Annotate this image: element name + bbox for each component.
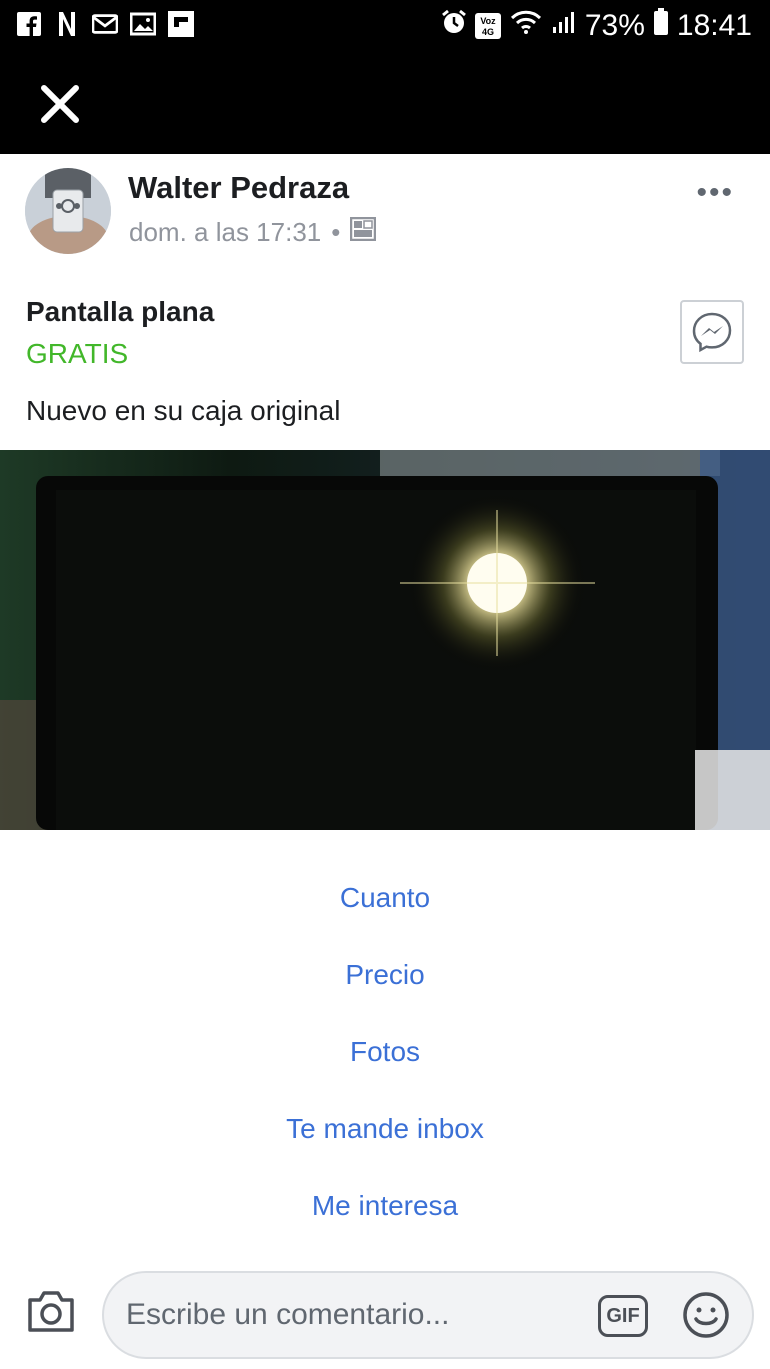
suggestion-cuanto[interactable]: Cuanto [0, 882, 770, 914]
avatar[interactable] [25, 168, 111, 254]
suggestion-te-mande-inbox[interactable]: Te mande inbox [0, 1113, 770, 1145]
flipboard-icon [168, 10, 194, 38]
author-name[interactable]: Walter Pedraza [128, 170, 349, 206]
post-timestamp[interactable]: dom. a las 17:31 [129, 217, 321, 248]
top-bar [0, 52, 770, 154]
battery-icon [653, 8, 669, 44]
messenger-button[interactable] [680, 300, 744, 364]
suggestion-me-interesa[interactable]: Me interesa [0, 1190, 770, 1222]
gallery-icon [130, 10, 156, 38]
gif-button[interactable]: GIF [598, 1295, 648, 1337]
post-meta: dom. a las 17:31 • [129, 216, 377, 248]
netflix-icon [54, 10, 80, 38]
facebook-icon [16, 10, 42, 38]
suggestion-fotos[interactable]: Fotos [0, 1036, 770, 1068]
system-icons: Voz 4G 73% 18:41 [441, 8, 752, 44]
messenger-icon [692, 312, 732, 353]
comment-input[interactable] [126, 1293, 586, 1337]
clock: 18:41 [676, 9, 752, 42]
svg-text:Voz: Voz [480, 16, 496, 26]
alarm-icon [441, 9, 467, 43]
notification-icons [16, 10, 194, 38]
svg-text:4G: 4G [482, 27, 494, 37]
marketplace-icon [350, 216, 377, 248]
meta-separator: • [331, 217, 341, 247]
camera-icon[interactable] [26, 1288, 76, 1334]
emoji-icon[interactable] [682, 1291, 730, 1339]
signal-icon [551, 9, 577, 43]
battery-percent: 73% [584, 9, 645, 42]
listing-price: GRATIS [26, 338, 129, 369]
suggestion-precio[interactable]: Precio [0, 959, 770, 991]
comment-composer: GIF [0, 1262, 770, 1369]
volte-icon: Voz 4G [474, 13, 501, 39]
status-bar: Voz 4G 73% 18:41 [0, 0, 770, 52]
listing-photo[interactable] [0, 450, 770, 830]
listing-description: Nuevo en su caja original [26, 395, 341, 426]
comment-box: GIF [102, 1271, 754, 1359]
post-header: Walter Pedraza dom. a las 17:31 • ••• [0, 154, 770, 274]
listing-title: Pantalla plana [26, 296, 215, 327]
mail-icon [92, 10, 118, 38]
close-icon[interactable] [38, 82, 82, 126]
more-options-button[interactable]: ••• [696, 176, 734, 210]
wifi-icon [509, 9, 543, 43]
